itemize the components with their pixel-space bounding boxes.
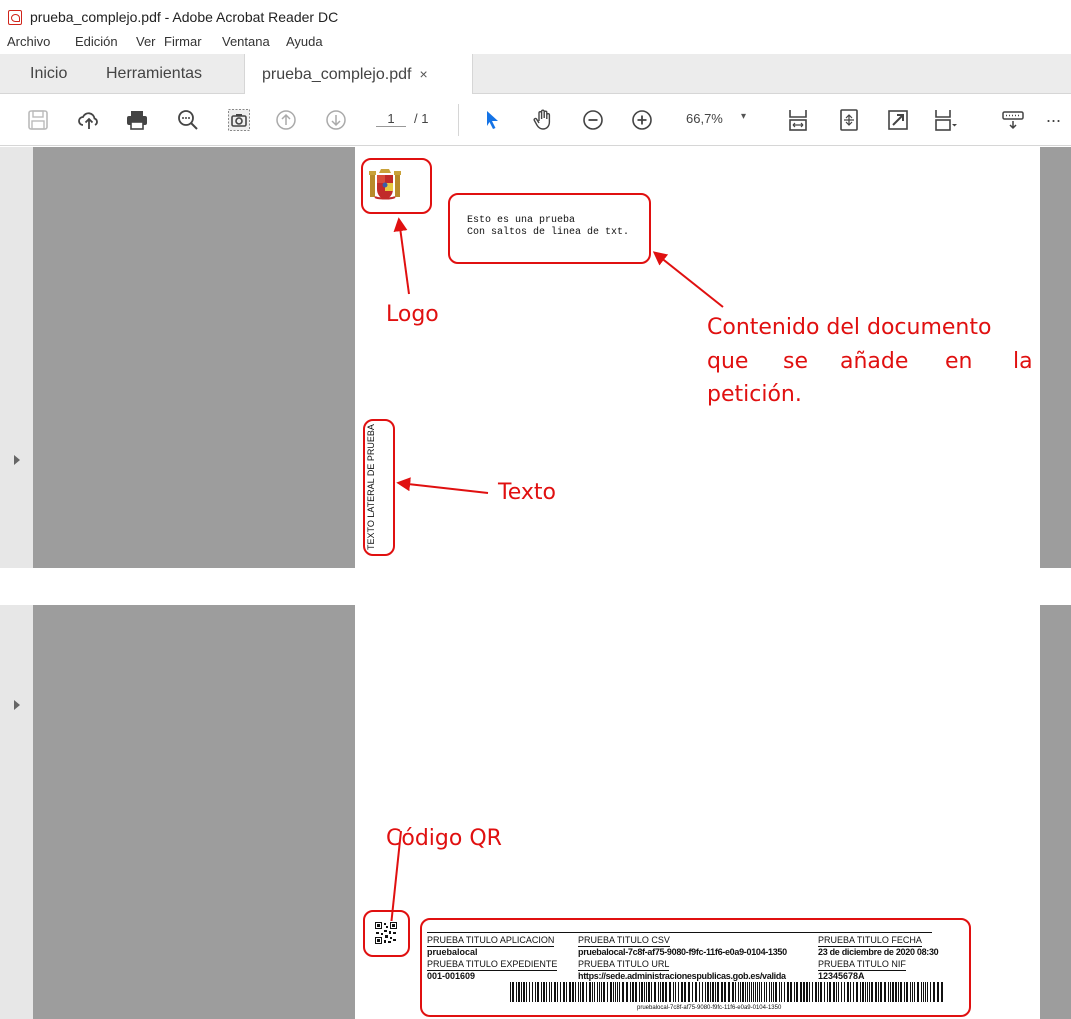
title-bar: prueba_complejo.pdf - Adobe Acrobat Read… — [0, 0, 1071, 34]
menu-edicion[interactable]: Edición — [75, 34, 118, 49]
print-icon[interactable] — [125, 108, 149, 132]
cloud-upload-icon[interactable] — [77, 108, 101, 132]
zoom-out-icon[interactable] — [581, 108, 605, 132]
zoom-search-icon[interactable] — [176, 108, 200, 132]
zoom-in-icon[interactable] — [630, 108, 654, 132]
zoom-dropdown-caret[interactable]: ▾ — [741, 111, 746, 122]
toolbar-separator — [458, 104, 459, 136]
menu-ventana[interactable]: Ventana — [222, 34, 270, 49]
save-icon[interactable] — [26, 108, 50, 132]
next-page-icon[interactable] — [324, 108, 348, 132]
page-view-icon[interactable] — [933, 108, 957, 132]
annotation-arrows-top — [393, 217, 724, 494]
viewer-background-left-bottom — [33, 605, 355, 1019]
footer-callout-box — [420, 918, 971, 1017]
window-title: prueba_complejo.pdf - Adobe Acrobat Read… — [30, 9, 339, 25]
full-screen-icon[interactable] — [886, 108, 910, 132]
tab-herramientas[interactable]: Herramientas — [106, 54, 202, 94]
tab-bar: Inicio Herramientas prueba_complejo.pdf × — [0, 54, 1071, 95]
navigation-pane-strip-bottom[interactable] — [0, 605, 33, 1019]
tab-close-button[interactable]: × — [419, 66, 427, 82]
previous-page-icon[interactable] — [274, 108, 298, 132]
page-gap — [0, 568, 1071, 605]
menu-bar: Archivo Edición Ver Firmar Ventana Ayuda — [0, 34, 1071, 54]
viewer-background-right-bottom — [1040, 605, 1071, 1019]
select-cursor-icon[interactable] — [480, 108, 504, 132]
menu-archivo[interactable]: Archivo — [7, 34, 50, 49]
fit-width-icon[interactable] — [786, 108, 810, 132]
more-tools-button[interactable]: ... — [1046, 106, 1061, 127]
viewer-background-left — [33, 147, 355, 568]
navigation-pane-strip[interactable] — [0, 147, 33, 568]
keyboard-tool-icon[interactable] — [1001, 108, 1025, 132]
tab-inicio[interactable]: Inicio — [30, 54, 67, 94]
toolbar: 1 / 1 66,7% ▾ ... — [0, 94, 1071, 146]
zoom-level[interactable]: 66,7% — [686, 111, 723, 126]
menu-firmar[interactable]: Firmar — [164, 34, 202, 49]
snapshot-icon[interactable] — [227, 108, 251, 132]
expand-pane-arrow-icon[interactable] — [14, 700, 20, 710]
expand-pane-arrow-icon[interactable] — [14, 455, 20, 465]
tab-document[interactable]: prueba_complejo.pdf × — [244, 54, 473, 95]
page-number-input[interactable]: 1 — [376, 111, 406, 127]
tab-document-label: prueba_complejo.pdf — [262, 66, 412, 83]
acrobat-pdf-icon — [8, 10, 22, 25]
menu-ver[interactable]: Ver — [136, 34, 156, 49]
fit-page-icon[interactable] — [837, 108, 861, 132]
hand-tool-icon[interactable] — [531, 108, 555, 132]
qr-callout-box — [363, 910, 410, 957]
menu-ayuda[interactable]: Ayuda — [286, 34, 323, 49]
page-total: / 1 — [414, 111, 429, 126]
